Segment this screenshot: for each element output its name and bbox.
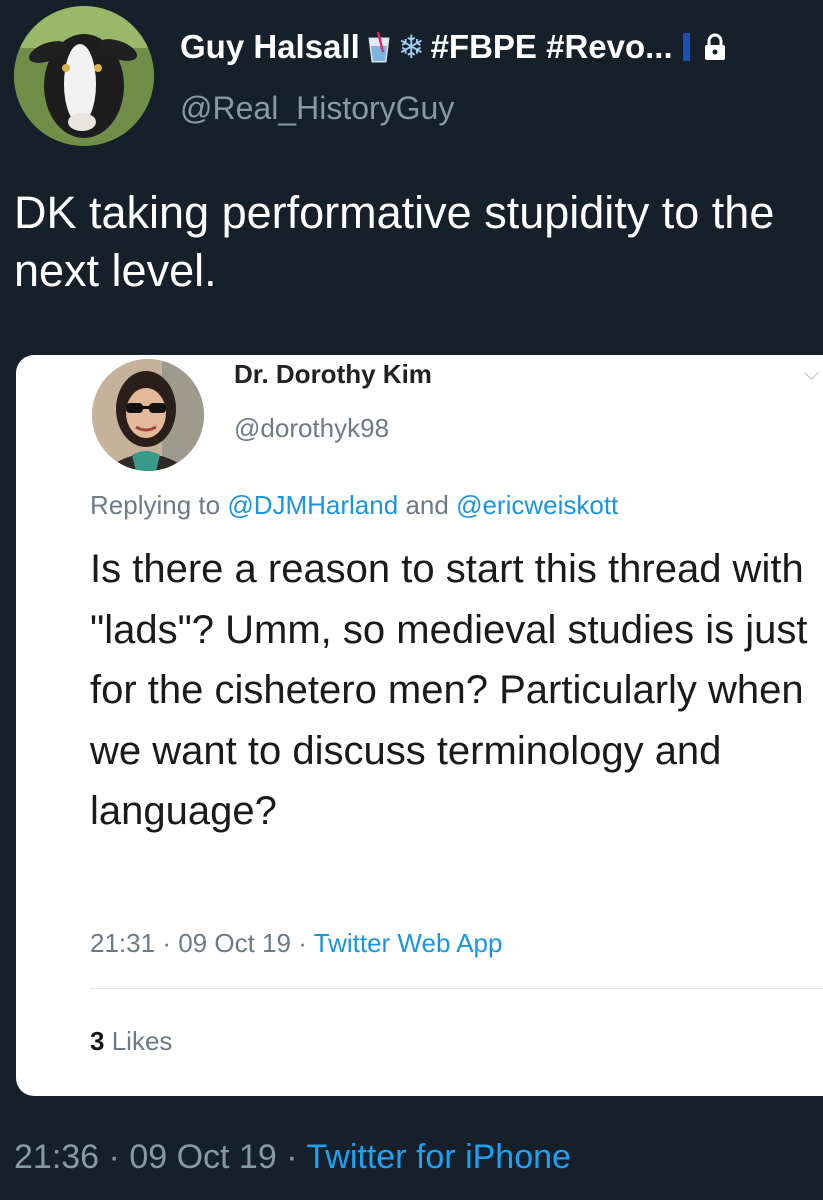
tropical-drink-icon	[368, 31, 390, 63]
outer-time[interactable]: 21:36	[14, 1138, 99, 1176]
quoted-tweet-meta: 21:31 · 09 Oct 19 · Twitter Web App	[90, 928, 502, 959]
outer-tweet-text: DK taking performative stupidity to the …	[14, 187, 775, 296]
meta-separator: ·	[162, 928, 171, 958]
person-avatar-image	[92, 359, 204, 471]
quoted-author-name: Dr. Dorothy Kim	[234, 359, 432, 389]
meta-separator: ·	[286, 1138, 298, 1176]
chevron-down-icon: ⌵	[803, 363, 819, 385]
reply-mention: @DJMHarland	[227, 490, 399, 520]
outer-author-row[interactable]: Guy Halsall ❄ #FBPE #Revo...	[180, 28, 728, 66]
quoted-author-handle: @dorothyk98	[234, 413, 390, 443]
outer-author-name[interactable]: Guy Halsall	[180, 28, 360, 66]
goat-avatar-image	[14, 6, 154, 146]
reply-mention: @ericweiskott	[456, 490, 619, 520]
reply-conjunction: and	[405, 490, 449, 520]
card-divider	[90, 988, 823, 989]
lock-icon	[704, 33, 725, 60]
outer-author-badges: #FBPE #Revo...	[430, 28, 673, 65]
outer-date[interactable]: 09 Oct 19	[129, 1138, 276, 1176]
quoted-date: 09 Oct 19	[178, 928, 291, 958]
likes-count: 3	[90, 1026, 105, 1056]
meta-separator: ·	[298, 928, 307, 958]
replying-prefix: Replying to	[90, 490, 221, 520]
snowflake-icon: ❄	[397, 29, 425, 65]
replying-to-line: Replying to @DJMHarland and @ericweiskot…	[90, 490, 618, 521]
outer-avatar[interactable]	[14, 6, 154, 146]
quoted-tweet-card[interactable]: Dr. Dorothy Kim @dorothyk98 ⌵ Replying t…	[16, 355, 823, 1096]
outer-tweet-header: Guy Halsall ❄ #FBPE #Revo... @Real_Histo…	[14, 6, 814, 146]
flag-icon	[682, 33, 690, 61]
quoted-time: 21:31	[90, 928, 156, 958]
quoted-source: Twitter Web App	[313, 928, 503, 958]
quoted-tweet-text: Is there a reason to start this thread w…	[90, 547, 808, 833]
outer-tweet-meta: 21:36 · 09 Oct 19 · Twitter for iPhone	[14, 1138, 571, 1177]
outer-author-handle[interactable]: @Real_HistoryGuy	[180, 90, 454, 127]
quoted-avatar	[92, 359, 204, 471]
quoted-likes: 3 Likes	[90, 1026, 172, 1057]
outer-source[interactable]: Twitter for iPhone	[306, 1138, 571, 1176]
likes-label: Likes	[111, 1026, 173, 1056]
meta-separator: ·	[108, 1138, 120, 1176]
